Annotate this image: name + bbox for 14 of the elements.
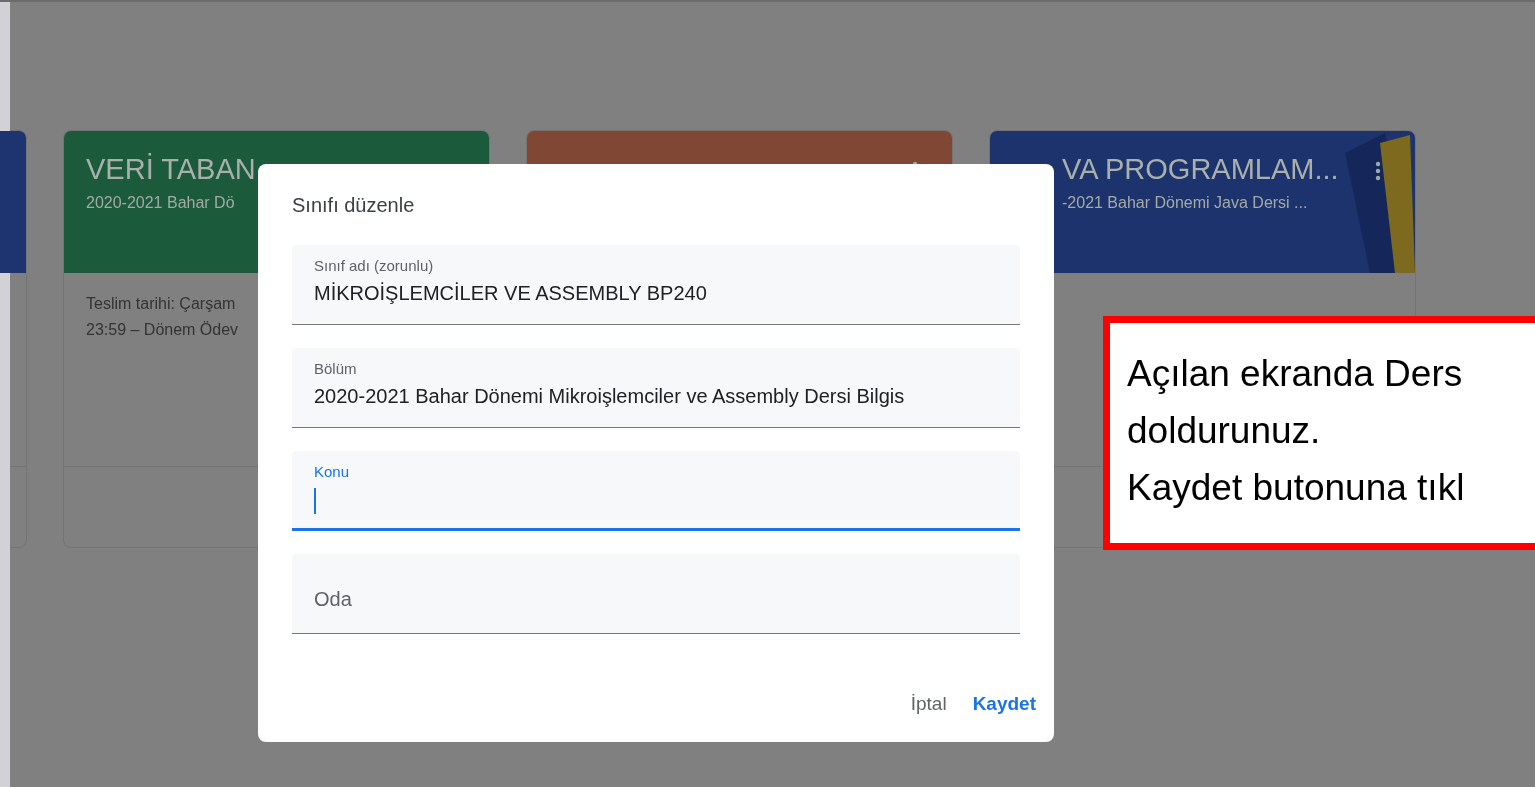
annotation-text: Açılan ekranda Ders doldurunuz. Kaydet butonuna tıkl — [1127, 352, 1466, 510]
assignment-text: Teslim tarihi: Çarşam — [86, 295, 237, 313]
class-subtitle: 2020-2021 Bahar Dö — [86, 194, 235, 212]
assignment-text: 23:59 – Dönem Ödev — [86, 321, 240, 339]
field-label: Konu — [314, 463, 351, 480]
field-value: MİKROİŞLEMCİLER VE ASSEMBLY BP240 — [314, 282, 708, 305]
class-title: VA PROGRAMLAM... — [1062, 153, 1339, 186]
class-subtitle: -2021 Bahar Dönemi Java Dersi ... — [1062, 194, 1308, 212]
class-title: VERİ TABAN — [86, 153, 256, 186]
field-value: 2020-2021 Bahar Dönemi Mikroişlemciler ve Assembly Dersi Bilgis — [314, 385, 906, 408]
field-label: Sınıf adı (zorunlu) — [314, 257, 435, 274]
field-label: Oda — [314, 588, 353, 611]
dialog-title: Sınıfı düzenle — [292, 194, 416, 217]
field-label: Bölüm — [314, 360, 358, 377]
